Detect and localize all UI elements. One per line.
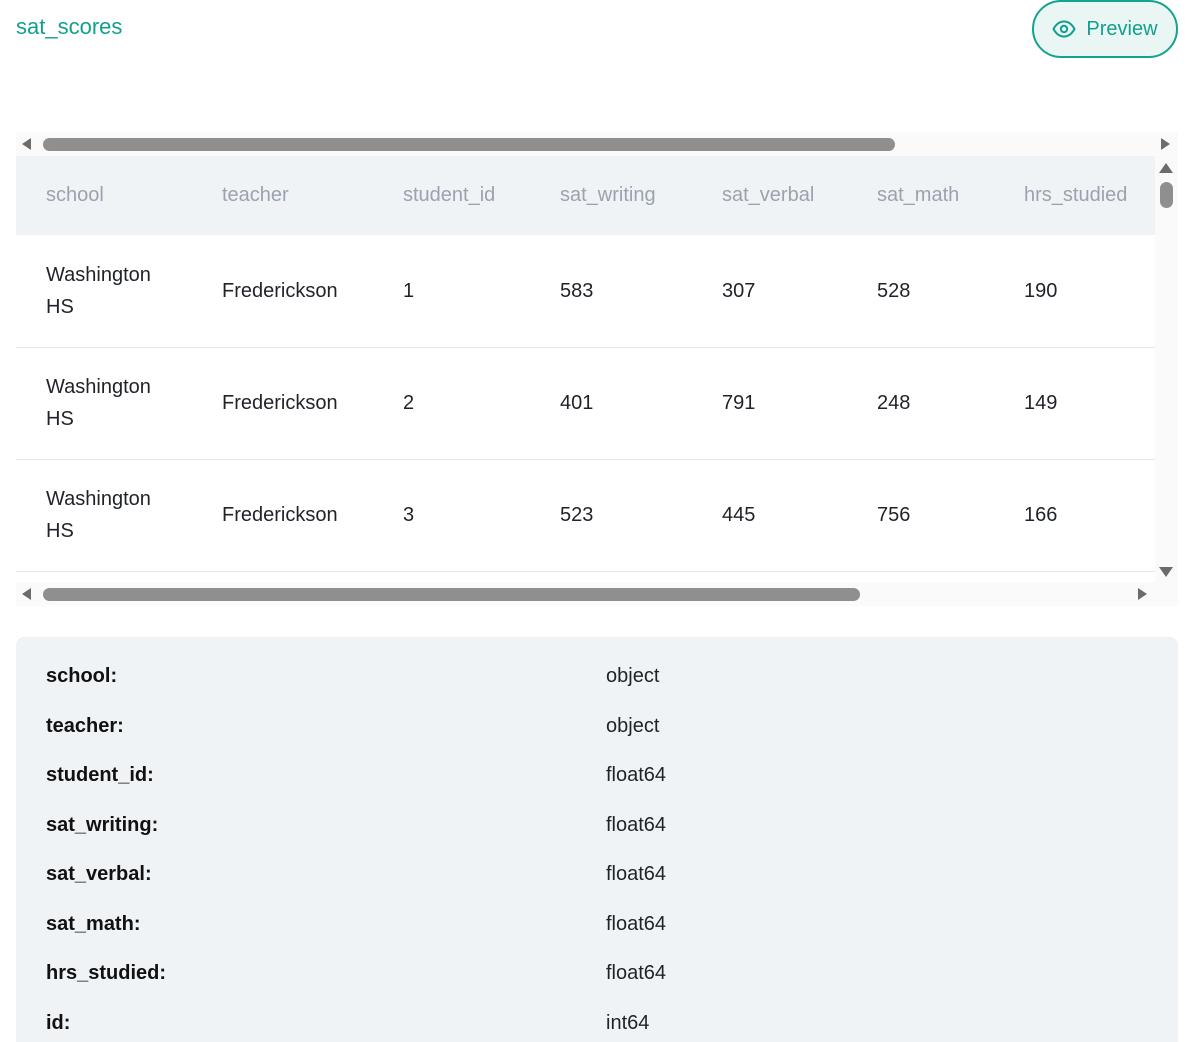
column-header-sat-math[interactable]: sat_math <box>847 156 994 235</box>
scroll-right-arrow-icon[interactable] <box>1161 138 1170 150</box>
column-types-panel: school: object teacher: object student_i… <box>16 637 1178 1042</box>
dtype-value: int64 <box>606 1012 650 1034</box>
dtype-value: float64 <box>606 863 667 885</box>
dtype-row: sat_writing: float64 <box>46 814 1146 844</box>
table-cell: 1 <box>403 279 415 302</box>
table-cell: 756 <box>877 504 911 526</box>
table-cell: 248 <box>877 392 911 414</box>
table-cell: 528 <box>877 279 911 302</box>
dtype-value: float64 <box>606 913 667 935</box>
scroll-up-arrow-icon[interactable] <box>1159 163 1173 173</box>
table-cell: 166 <box>1024 504 1058 526</box>
column-header-student-id[interactable]: student_id <box>373 156 530 235</box>
top-horizontal-scrollbar[interactable] <box>16 132 1178 156</box>
scroll-right-arrow-icon[interactable] <box>1138 588 1147 600</box>
table-cell: 791 <box>722 392 756 414</box>
dtype-value: float64 <box>606 962 667 984</box>
column-header-school[interactable]: school <box>16 156 192 235</box>
column-header-teacher[interactable]: teacher <box>192 156 373 235</box>
table-cell: Frederickson <box>222 504 338 526</box>
table-cell: Frederickson <box>222 279 338 302</box>
vertical-scroll-thumb[interactable] <box>1160 182 1173 208</box>
scroll-down-arrow-icon[interactable] <box>1159 567 1173 577</box>
vertical-scrollbar[interactable] <box>1155 156 1178 582</box>
table-cell: Washington HS <box>46 376 151 430</box>
dtype-value: object <box>606 715 660 737</box>
scroll-left-arrow-icon[interactable] <box>22 588 31 600</box>
table-cell: 2 <box>403 392 415 414</box>
preview-button[interactable]: Preview <box>1032 0 1178 58</box>
column-header-sat-verbal[interactable]: sat_verbal <box>692 156 847 235</box>
table-cell: 3 <box>403 504 415 526</box>
dtype-value: float64 <box>606 764 667 786</box>
column-header-sat-writing[interactable]: sat_writing <box>530 156 692 235</box>
table-row: Washington HS Frederickson 3 523 445 756… <box>16 459 1155 571</box>
table-cell: 149 <box>1024 392 1058 414</box>
dtype-column-name: sat_writing: <box>46 814 159 836</box>
dataset-title: sat_scores <box>16 14 123 39</box>
dtype-row: teacher: object <box>46 715 1146 745</box>
dtype-column-name: id: <box>46 1012 71 1034</box>
column-header-hrs-studied[interactable]: hrs_studied <box>994 156 1155 235</box>
scroll-left-arrow-icon[interactable] <box>22 138 31 150</box>
table-cell: 445 <box>722 504 756 526</box>
scroll-thumb[interactable] <box>43 138 895 151</box>
dtype-column-name: teacher: <box>46 715 124 737</box>
table-cell: Frederickson <box>222 392 338 414</box>
scroll-thumb[interactable] <box>43 588 860 601</box>
dtype-value: object <box>606 665 660 687</box>
table-row: Washington HS Frederickson 1 583 307 528… <box>16 235 1155 347</box>
table-header-row: school teacher student_id sat_writing sa… <box>16 156 1155 235</box>
dtype-row: hrs_studied: float64 <box>46 962 1146 992</box>
dtype-column-name: hrs_studied: <box>46 962 167 984</box>
dtype-value: float64 <box>606 814 667 836</box>
table-cell: 401 <box>560 392 594 414</box>
preview-label: Preview <box>1086 17 1158 40</box>
bottom-horizontal-scrollbar[interactable] <box>16 582 1178 606</box>
table-cell: 583 <box>560 279 594 302</box>
dtype-row: sat_math: float64 <box>46 913 1146 943</box>
dtype-column-name: student_id: <box>46 764 154 786</box>
dtype-column-name: sat_verbal: <box>46 863 152 885</box>
dtype-row: id: int64 <box>46 1012 1146 1042</box>
data-table: school teacher student_id sat_writing sa… <box>16 156 1155 582</box>
table-cell: 523 <box>560 504 594 526</box>
dtype-column-name: school: <box>46 665 118 687</box>
table-cell: Washington HS <box>46 488 151 542</box>
dtype-row: school: object <box>46 665 1146 695</box>
dtype-row: student_id: float64 <box>46 764 1146 794</box>
dtype-column-name: sat_math: <box>46 913 141 935</box>
eye-icon <box>1052 17 1077 41</box>
dtype-row: sat_verbal: float64 <box>46 863 1146 893</box>
table-cell: Washington HS <box>46 263 151 318</box>
table-cell: 307 <box>722 279 756 302</box>
table-cell: 190 <box>1024 279 1058 302</box>
table-row: Washington HS Frederickson 2 401 791 248… <box>16 347 1155 459</box>
